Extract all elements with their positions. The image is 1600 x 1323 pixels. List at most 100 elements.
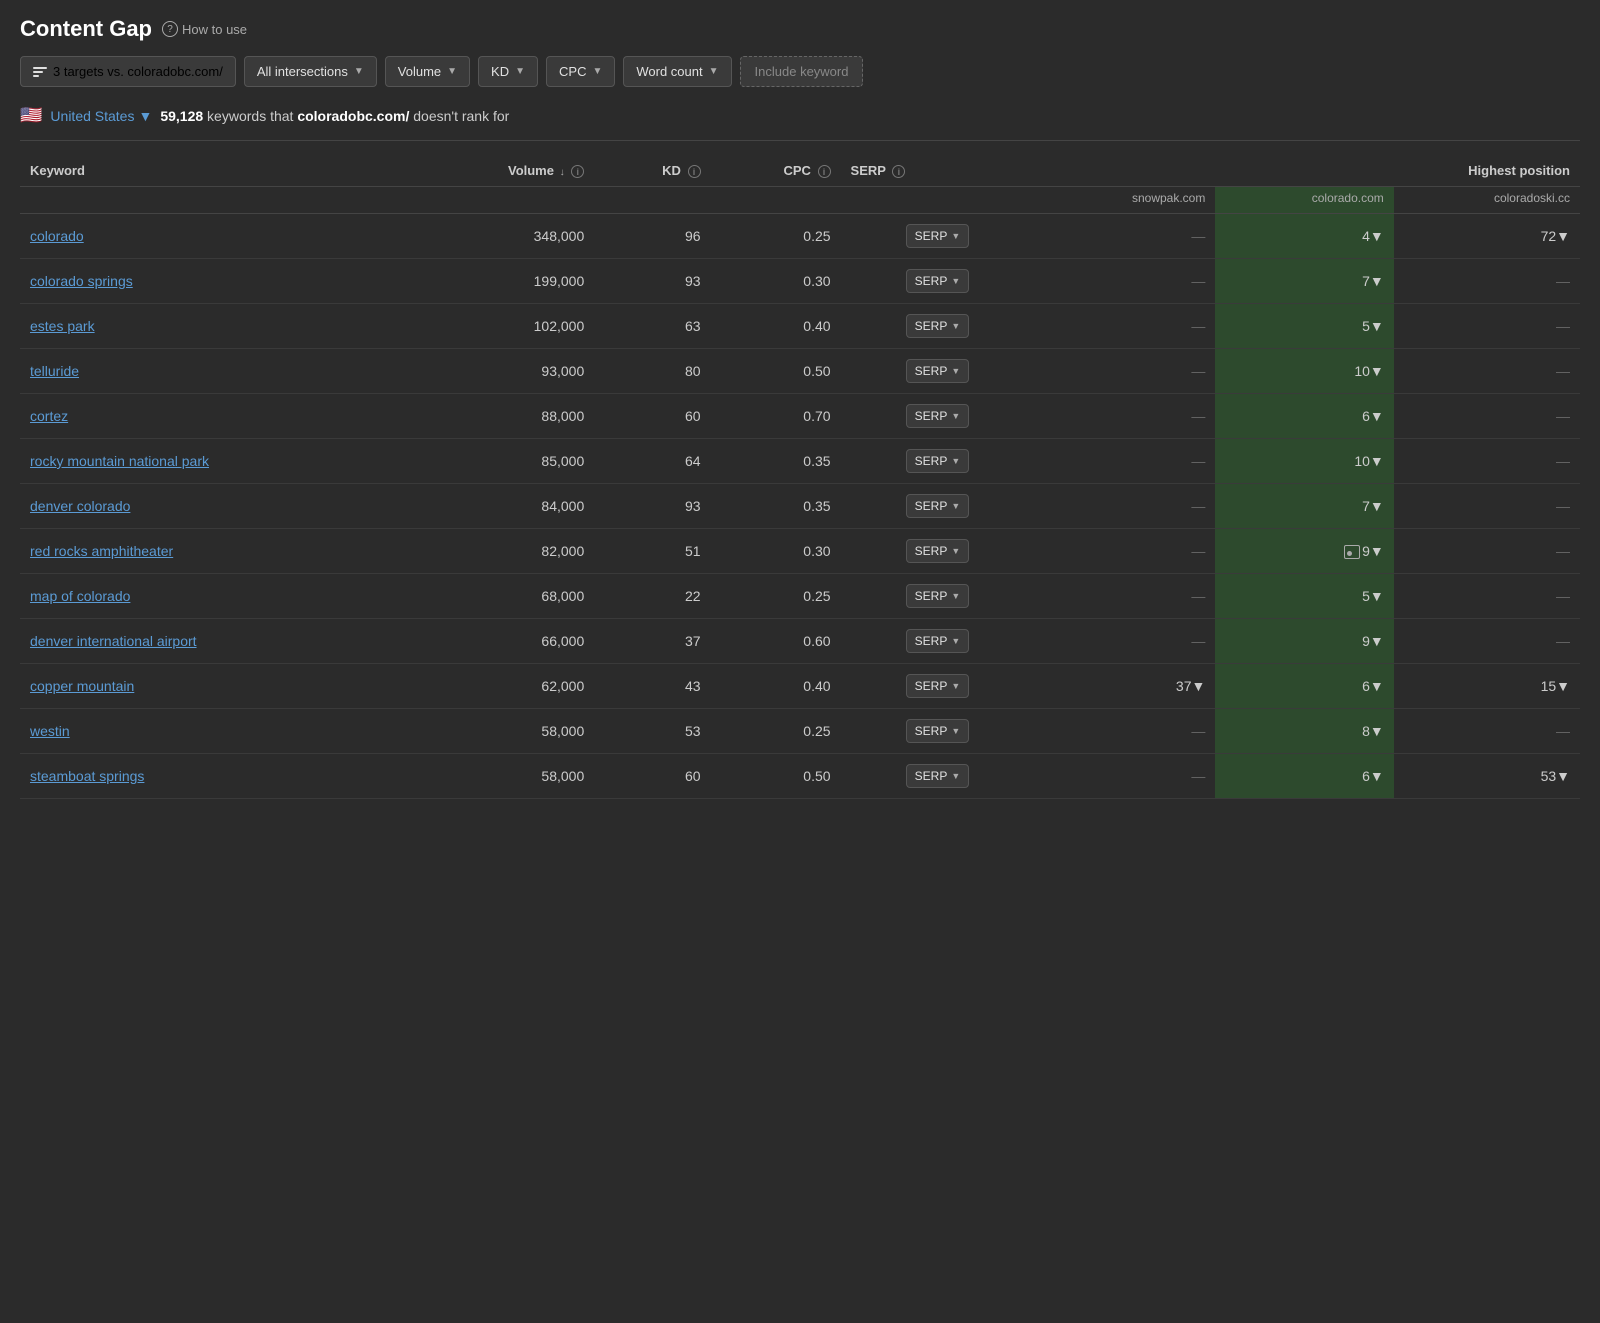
keyword-link[interactable]: colorado springs <box>30 273 133 289</box>
keyword-link[interactable]: rocky mountain national park <box>30 453 209 469</box>
serp-cell[interactable]: SERP ▼ <box>841 214 1035 259</box>
country-selector[interactable]: United States ▼ <box>50 108 152 124</box>
site3-position-cell: — <box>1394 619 1580 664</box>
serp-button[interactable]: SERP ▼ <box>906 719 970 743</box>
serp-button[interactable]: SERP ▼ <box>906 584 970 608</box>
keyword-cell[interactable]: red rocks amphitheater <box>20 529 408 574</box>
keyword-cell[interactable]: steamboat springs <box>20 754 408 799</box>
kd-cell: 37 <box>594 619 710 664</box>
keyword-cell[interactable]: colorado <box>20 214 408 259</box>
keyword-cell[interactable]: estes park <box>20 304 408 349</box>
chevron-down-icon: ▼ <box>951 456 960 466</box>
site3-position-cell: 15▼ <box>1394 664 1580 709</box>
keyword-link[interactable]: telluride <box>30 363 79 379</box>
keyword-count-number: 59,128 <box>160 108 203 124</box>
kd-button[interactable]: KD ▼ <box>478 56 538 87</box>
serp-cell[interactable]: SERP ▼ <box>841 304 1035 349</box>
keyword-link[interactable]: estes park <box>30 318 95 334</box>
serp-button[interactable]: SERP ▼ <box>906 674 970 698</box>
keyword-cell[interactable]: denver colorado <box>20 484 408 529</box>
serp-button[interactable]: SERP ▼ <box>906 314 970 338</box>
keyword-cell[interactable]: cortez <box>20 394 408 439</box>
keyword-cell[interactable]: denver international airport <box>20 619 408 664</box>
serp-button[interactable]: SERP ▼ <box>906 764 970 788</box>
serp-button[interactable]: SERP ▼ <box>906 224 970 248</box>
serp-button[interactable]: SERP ▼ <box>906 269 970 293</box>
site2-position-cell: 5▼ <box>1215 574 1393 619</box>
info-icon[interactable]: i <box>892 165 905 178</box>
serp-cell[interactable]: SERP ▼ <box>841 349 1035 394</box>
keyword-link[interactable]: denver international airport <box>30 633 197 649</box>
kd-cell: 43 <box>594 664 710 709</box>
info-icon[interactable]: i <box>571 165 584 178</box>
position-arrow: ▼ <box>1370 228 1384 244</box>
site3-position-cell: — <box>1394 709 1580 754</box>
volume-button[interactable]: Volume ▼ <box>385 56 470 87</box>
include-keyword-button[interactable]: Include keyword <box>740 56 864 87</box>
keyword-link[interactable]: red rocks amphitheater <box>30 543 173 559</box>
serp-cell[interactable]: SERP ▼ <box>841 709 1035 754</box>
chevron-down-icon: ▼ <box>951 321 960 331</box>
word-count-button[interactable]: Word count ▼ <box>623 56 731 87</box>
serp-cell[interactable]: SERP ▼ <box>841 439 1035 484</box>
serp-button[interactable]: SERP ▼ <box>906 449 970 473</box>
intersections-label: All intersections <box>257 64 348 79</box>
country-name: United States <box>50 108 134 124</box>
serp-cell[interactable]: SERP ▼ <box>841 529 1035 574</box>
cpc-cell: 0.60 <box>711 619 841 664</box>
keyword-cell[interactable]: map of colorado <box>20 574 408 619</box>
keyword-cell[interactable]: telluride <box>20 349 408 394</box>
serp-cell[interactable]: SERP ▼ <box>841 754 1035 799</box>
serp-button[interactable]: SERP ▼ <box>906 404 970 428</box>
serp-button[interactable]: SERP ▼ <box>906 629 970 653</box>
chevron-down-icon: ▼ <box>951 546 960 556</box>
table-row: cortez88,000600.70SERP ▼—6▼— <box>20 394 1580 439</box>
keyword-link[interactable]: colorado <box>30 228 84 244</box>
serp-cell[interactable]: SERP ▼ <box>841 484 1035 529</box>
site3-position-cell: 72▼ <box>1394 214 1580 259</box>
position-arrow: ▼ <box>1192 678 1206 694</box>
filter-icon <box>33 67 47 77</box>
serp-cell[interactable]: SERP ▼ <box>841 664 1035 709</box>
keyword-link[interactable]: denver colorado <box>30 498 130 514</box>
volume-cell: 84,000 <box>408 484 595 529</box>
cpc-button[interactable]: CPC ▼ <box>546 56 615 87</box>
kd-cell: 80 <box>594 349 710 394</box>
site2-position-cell: 9▼ <box>1215 529 1393 574</box>
serp-cell[interactable]: SERP ▼ <box>841 259 1035 304</box>
serp-button[interactable]: SERP ▼ <box>906 539 970 563</box>
volume-label: Volume <box>398 64 441 79</box>
serp-cell[interactable]: SERP ▼ <box>841 619 1035 664</box>
keyword-link[interactable]: steamboat springs <box>30 768 144 784</box>
intersections-button[interactable]: All intersections ▼ <box>244 56 377 87</box>
keyword-cell[interactable]: westin <box>20 709 408 754</box>
serp-cell[interactable]: SERP ▼ <box>841 574 1035 619</box>
include-keyword-label: Include keyword <box>755 64 849 79</box>
header-serp: SERP i <box>841 155 1035 187</box>
position-arrow: ▼ <box>1370 723 1384 739</box>
keyword-link[interactable]: map of colorado <box>30 588 130 604</box>
volume-cell: 93,000 <box>408 349 595 394</box>
keyword-cell[interactable]: copper mountain <box>20 664 408 709</box>
site2-position-cell: 6▼ <box>1215 754 1393 799</box>
keyword-link[interactable]: cortez <box>30 408 68 424</box>
keyword-link[interactable]: westin <box>30 723 70 739</box>
header-volume[interactable]: Volume ↓ i <box>408 155 595 187</box>
keyword-cell[interactable]: rocky mountain national park <box>20 439 408 484</box>
position-value: 4 <box>1362 228 1370 244</box>
kd-cell: 93 <box>594 484 710 529</box>
info-icon[interactable]: i <box>818 165 831 178</box>
serp-button[interactable]: SERP ▼ <box>906 494 970 518</box>
keyword-link[interactable]: copper mountain <box>30 678 134 694</box>
serp-cell[interactable]: SERP ▼ <box>841 394 1035 439</box>
keyword-cell[interactable]: colorado springs <box>20 259 408 304</box>
site1-position-cell: — <box>1034 574 1215 619</box>
targets-button[interactable]: 3 targets vs. coloradobc.com/ <box>20 56 236 87</box>
how-to-use-link[interactable]: ? How to use <box>162 21 247 37</box>
position-arrow: ▼ <box>1556 228 1570 244</box>
no-position: — <box>1191 318 1205 334</box>
table-row: red rocks amphitheater82,000510.30SERP ▼… <box>20 529 1580 574</box>
serp-button[interactable]: SERP ▼ <box>906 359 970 383</box>
position-value: 37 <box>1176 678 1192 694</box>
info-icon[interactable]: i <box>688 165 701 178</box>
